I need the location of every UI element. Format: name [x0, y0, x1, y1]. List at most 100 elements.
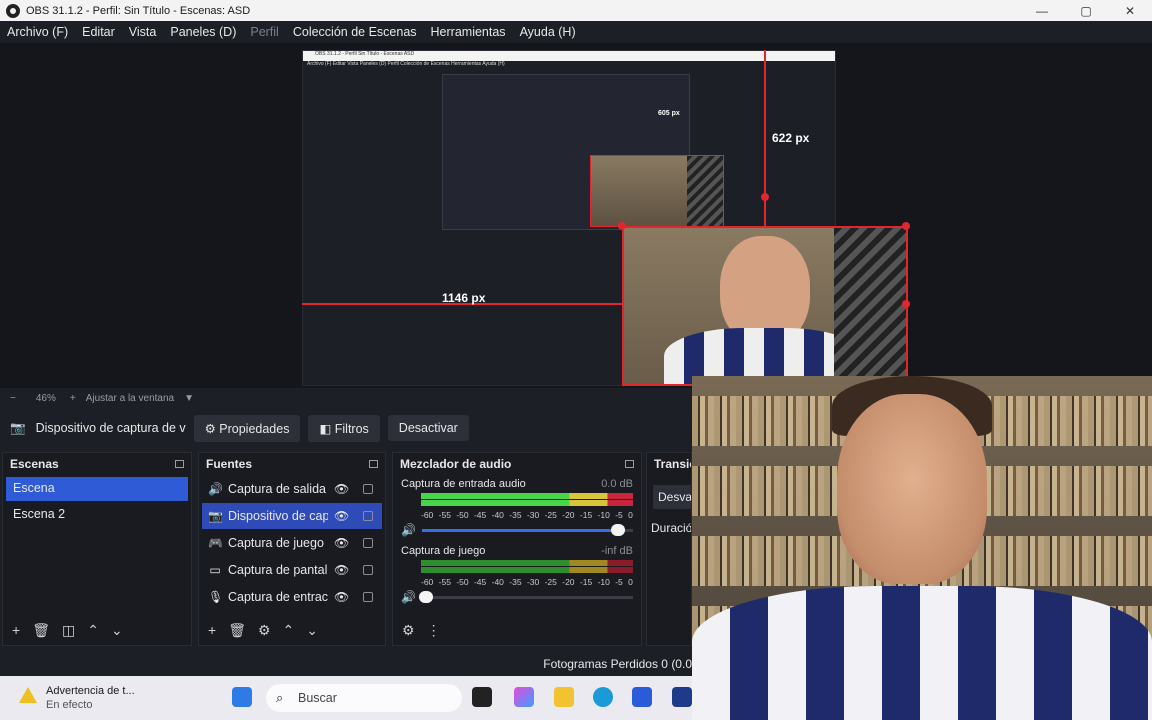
sources-title: Fuentes	[206, 457, 253, 471]
maximize-button[interactable]: ▢	[1064, 0, 1108, 21]
zoom-level: 46%	[35, 392, 56, 404]
scenes-dock: Escenas Escena Escena 2 + 🗑 ◫ ⌃ ⌄	[2, 452, 192, 646]
gamepad-icon: 🎮	[208, 536, 223, 550]
move-down-button[interactable]: ⌄	[306, 622, 318, 639]
scene-filters-button[interactable]: ◫	[62, 622, 75, 639]
menu-docks[interactable]: Paneles (D)	[163, 25, 243, 39]
add-scene-button[interactable]: +	[12, 622, 20, 638]
undock-icon[interactable]	[369, 460, 378, 468]
transitions-dock: Transici Desva Duració	[646, 452, 692, 646]
add-source-button[interactable]: +	[208, 622, 216, 638]
notification[interactable]: Advertencia de t... En efecto	[46, 684, 135, 712]
eye-icon[interactable]: 👁	[334, 536, 349, 550]
camera-icon: 📷	[10, 420, 26, 435]
width-px-label: 1146 px	[442, 291, 486, 305]
scene-item[interactable]: Escena 2	[6, 503, 188, 527]
channel-db: -inf dB	[601, 545, 633, 557]
height-px-label: 622 px	[772, 131, 810, 145]
lock-icon[interactable]	[363, 538, 374, 548]
webcam-source-preview[interactable]	[622, 226, 908, 386]
eye-icon[interactable]: 👁	[334, 509, 349, 523]
mixer-title: Mezclador de audio	[400, 457, 512, 471]
filters-button[interactable]: ◧ Filtros	[308, 414, 380, 442]
move-down-button[interactable]: ⌄	[111, 622, 123, 639]
menu-file[interactable]: Archivo (F)	[0, 25, 75, 39]
lock-icon[interactable]	[363, 565, 374, 575]
close-button[interactable]: ✕	[1108, 0, 1152, 21]
volume-meter	[421, 493, 633, 509]
copilot-icon[interactable]	[514, 687, 534, 707]
mixer-menu-button[interactable]: ⋮	[427, 622, 441, 639]
zoom-fit-select[interactable]: Ajustar a la ventana	[86, 393, 174, 404]
speaker-icon[interactable]: 🔊	[401, 590, 416, 604]
monitor-icon: ▭	[209, 563, 221, 577]
lock-icon[interactable]	[363, 511, 374, 521]
taskbar-search[interactable]: Buscar	[266, 684, 462, 712]
eye-icon[interactable]: 👁	[334, 563, 349, 577]
deactivate-button[interactable]: Desactivar	[387, 415, 469, 441]
resize-handle[interactable]	[618, 222, 626, 230]
nested-title: OBS 31.1.2 - Perfil Sin Título - Escenas…	[303, 51, 835, 61]
windows-start-icon[interactable]	[232, 687, 252, 707]
search-icon: ⌕	[276, 690, 284, 705]
source-properties-button[interactable]: ⚙	[258, 622, 271, 639]
zoom-out-button[interactable]: −	[10, 393, 16, 404]
menu-edit[interactable]: Editar	[75, 25, 122, 39]
terminal-icon[interactable]	[472, 687, 492, 707]
lock-icon[interactable]	[363, 484, 374, 494]
window-title: OBS 31.1.2 - Perfil: Sin Título - Escena…	[26, 4, 251, 17]
speaker-icon[interactable]: 🔊	[401, 523, 416, 537]
source-label: Captura de juego	[228, 536, 324, 550]
nested-px-label: 605 px	[658, 110, 680, 117]
obs-logo-icon	[6, 3, 20, 18]
store-icon[interactable]	[632, 687, 652, 707]
status-bar: Fotogramas Perdidos 0 (0.0	[0, 652, 692, 676]
filter-icon: ◧	[319, 421, 335, 436]
app-icon[interactable]	[672, 687, 692, 707]
edge-icon[interactable]	[593, 687, 613, 707]
undock-icon[interactable]	[625, 460, 634, 468]
source-label: Dispositivo de cap	[228, 509, 328, 523]
mixer-settings-button[interactable]: ⚙	[402, 622, 415, 639]
source-item[interactable]: 🎮 Captura de juego 👁	[202, 530, 382, 556]
microphone-icon: 🎙	[208, 590, 224, 604]
minimize-button[interactable]: —	[1020, 0, 1064, 21]
scenes-title: Escenas	[10, 457, 59, 471]
chevron-down-icon[interactable]: ▼	[184, 393, 194, 404]
eye-icon[interactable]: 👁	[334, 482, 349, 496]
menu-help[interactable]: Ayuda (H)	[513, 25, 583, 39]
menu-view[interactable]: Vista	[122, 25, 164, 39]
move-up-button[interactable]: ⌃	[87, 622, 99, 639]
remove-source-button[interactable]: 🗑	[228, 622, 246, 639]
undock-icon[interactable]	[175, 460, 184, 468]
title-bar: OBS 31.1.2 - Perfil: Sin Título - Escena…	[0, 0, 1152, 21]
resize-handle[interactable]	[902, 300, 910, 308]
resize-handle[interactable]	[902, 222, 910, 230]
volume-slider[interactable]	[418, 590, 633, 603]
warning-icon[interactable]	[18, 686, 38, 704]
meter-ticks: -60 -55 -50 -45 -40 -35 -30 -25 -20 -15 -10 -5 0	[421, 510, 633, 520]
scene-item[interactable]: Escena	[6, 477, 188, 501]
folder-icon[interactable]	[554, 687, 574, 707]
volume-slider[interactable]	[421, 523, 633, 536]
zoom-in-button[interactable]: +	[70, 393, 76, 404]
menu-tools[interactable]: Herramientas	[424, 25, 513, 39]
duration-label: Duració	[651, 521, 692, 535]
transition-select[interactable]: Desva	[653, 485, 691, 509]
source-item[interactable]: 📷 Dispositivo de cap 👁	[202, 503, 382, 529]
source-item[interactable]: ▭ Captura de pantal 👁	[202, 557, 382, 583]
lock-icon[interactable]	[363, 592, 374, 602]
move-up-button[interactable]: ⌃	[283, 622, 295, 639]
properties-button[interactable]: ⚙ Propiedades	[193, 414, 301, 442]
search-placeholder: Buscar	[298, 691, 337, 705]
eye-icon[interactable]: 👁	[334, 590, 349, 604]
menu-scene-collection[interactable]: Colección de Escenas	[286, 25, 424, 39]
menu-profile[interactable]: Perfil	[243, 25, 285, 39]
source-item[interactable]: 🔊 Captura de salida 👁	[202, 476, 382, 502]
source-label: Captura de pantal	[228, 563, 328, 577]
resize-handle[interactable]	[761, 193, 769, 201]
webcam-overlay	[692, 376, 1152, 720]
remove-scene-button[interactable]: 🗑	[32, 622, 50, 639]
taskbar: Advertencia de t... En efecto Buscar ⌕	[0, 676, 692, 720]
source-item[interactable]: 🎙 Captura de entrac 👁	[202, 584, 382, 610]
